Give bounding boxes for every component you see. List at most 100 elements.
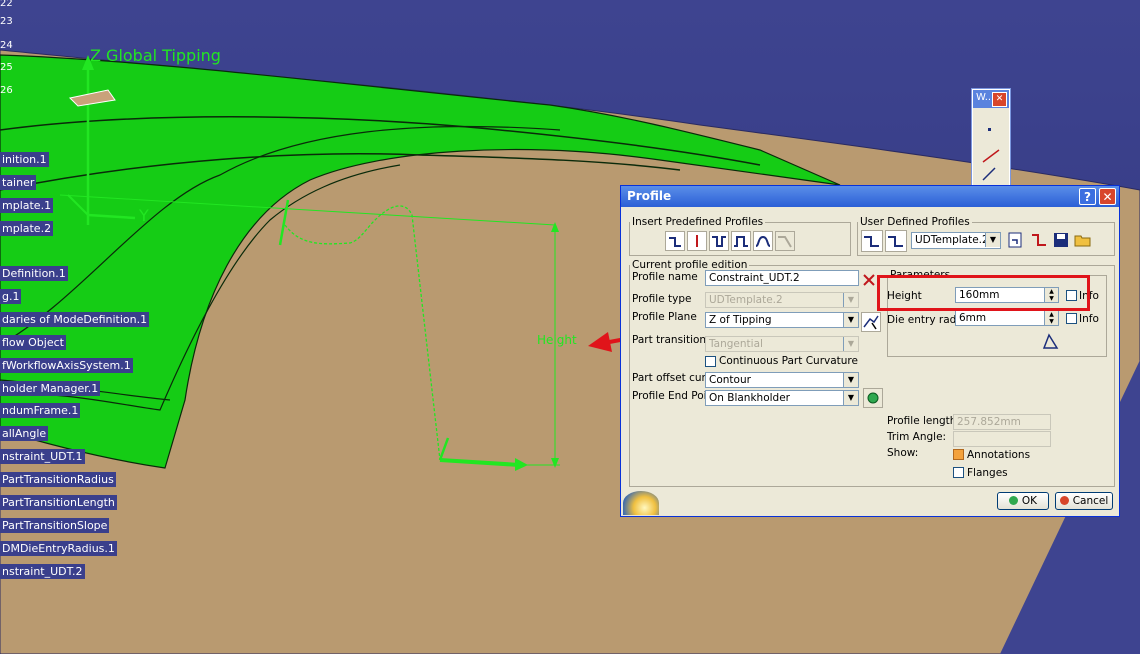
chevron-down-icon: ▼ [843, 293, 858, 307]
udt-profile-icon[interactable] [861, 230, 883, 252]
tree-node[interactable]: ndumFrame.1 [0, 403, 81, 418]
help-icon[interactable]: ? [1079, 188, 1096, 205]
flanges-label: Flanges [967, 467, 1008, 479]
part-offset-value: Contour [709, 374, 751, 386]
y-axis-label: Y [139, 206, 149, 225]
blankholder-select-icon[interactable] [863, 388, 883, 408]
profile-length-label: Profile length: [887, 415, 960, 427]
flanges-checkbox[interactable] [953, 467, 964, 478]
open-folder-icon[interactable] [1073, 230, 1093, 250]
height-dimension-label: Height [537, 333, 577, 347]
tree-node[interactable]: PartTransitionSlope [0, 518, 110, 533]
new-template-icon[interactable] [1007, 230, 1027, 250]
tree-node[interactable]: nstraint_UDT.2 [0, 564, 85, 579]
ok-button[interactable]: OK [997, 492, 1049, 510]
profile-rounded-hat-icon[interactable] [753, 231, 773, 251]
continuous-curvature-checkbox[interactable] [705, 356, 716, 367]
profile-plane-value: Z of Tipping [709, 314, 772, 326]
annotations-checkbox[interactable] [953, 449, 964, 460]
udt-template-select[interactable]: UDTemplate.2 ▼ [911, 232, 1001, 249]
parameter-edit-icon[interactable] [1041, 332, 1061, 352]
tree-node-number[interactable]: 22 [0, 0, 13, 10]
tree-node-number[interactable]: 23 [0, 16, 13, 28]
part-transition-value: Tangential [709, 338, 763, 350]
profile-vertical-icon[interactable] [687, 231, 707, 251]
mini-toolbar[interactable]: W... ✕ [972, 89, 1010, 187]
spinner-icon[interactable]: ▲ ▼ [1044, 311, 1058, 325]
profile-type-value: UDTemplate.2 [709, 294, 783, 306]
profile-double-step-icon[interactable] [709, 231, 729, 251]
tree-node[interactable]: g.1 [0, 289, 22, 304]
profile-type-select[interactable]: UDTemplate.2 ▼ [705, 292, 859, 308]
profile-name-input[interactable]: Constraint_UDT.2 [705, 270, 859, 286]
part-transition-label: Part transition [632, 334, 707, 346]
die-entry-info-checkbox[interactable] [1066, 313, 1077, 324]
tree-node[interactable]: fWorkflowAxisSystem.1 [0, 358, 133, 373]
chevron-down-icon[interactable]: ▼ [985, 233, 1000, 247]
tree-node[interactable]: PartTransitionLength [0, 495, 117, 510]
tree-node[interactable]: mplate.2 [0, 221, 54, 236]
profile-type-label: Profile type [632, 293, 692, 305]
tree-node[interactable]: flow Object [0, 335, 66, 350]
tree-node[interactable]: tainer [0, 175, 37, 190]
dialog-title: Profile [627, 189, 672, 203]
tree-node-number[interactable]: 25 [0, 62, 13, 74]
tree-node[interactable]: mplate.1 [0, 198, 54, 213]
profile-name-label: Profile name [632, 271, 698, 283]
profile-step-icon[interactable] [665, 231, 685, 251]
profile-plane-label: Profile Plane [632, 311, 697, 323]
chevron-down-icon[interactable]: ▼ [843, 373, 858, 387]
end-point-select[interactable]: On Blankholder ▼ [705, 390, 859, 406]
close-icon[interactable]: ✕ [992, 92, 1007, 107]
highlight-box [877, 275, 1090, 311]
die-entry-value: 6mm [959, 312, 987, 324]
line-icon[interactable] [979, 142, 1003, 182]
dialog-titlebar[interactable]: Profile ? ✕ [621, 186, 1119, 207]
part-offset-select[interactable]: Contour ▼ [705, 372, 859, 388]
tree-node[interactable]: holder Manager.1 [0, 381, 101, 396]
tree-node-number[interactable]: 24 [0, 40, 13, 52]
udt-profile-alt-icon[interactable] [885, 230, 907, 252]
edit-template-icon[interactable] [1029, 230, 1049, 250]
close-icon[interactable]: ✕ [1099, 188, 1116, 205]
profile-slope-icon[interactable] [775, 231, 795, 251]
die-entry-info-label: Info [1079, 313, 1099, 325]
tree-node[interactable]: inition.1 [0, 152, 49, 167]
tree-node-number[interactable]: 26 [0, 85, 13, 97]
udt-template-value: UDTemplate.2 [915, 234, 989, 246]
show-label: Show: [887, 447, 919, 459]
chevron-down-icon: ▼ [843, 337, 858, 351]
ok-label: OK [1021, 495, 1038, 507]
user-profiles-label: User Defined Profiles [860, 216, 970, 228]
compass-glyph [623, 491, 659, 515]
chevron-down-icon[interactable]: ▼ [843, 391, 858, 405]
die-entry-input[interactable]: 6mm ▲ ▼ [955, 310, 1059, 326]
trim-angle-label: Trim Angle: [887, 431, 947, 443]
save-icon[interactable] [1051, 230, 1071, 250]
insert-profiles-label: Insert Predefined Profiles [632, 216, 764, 228]
profile-hat-icon[interactable] [731, 231, 751, 251]
point-icon[interactable] [988, 128, 991, 131]
tree-node[interactable]: DMDieEntryRadius.1 [0, 541, 117, 556]
cancel-icon [1059, 496, 1069, 505]
cancel-button[interactable]: Cancel [1055, 492, 1113, 510]
cancel-label: Cancel [1072, 495, 1109, 507]
annotations-label: Annotations [967, 449, 1031, 461]
part-transition-select[interactable]: Tangential ▼ [705, 336, 859, 352]
profile-length-field: 257.852mm [953, 414, 1051, 430]
continuous-curvature-label: Continuous Part Curvature [719, 355, 858, 367]
tree-node[interactable]: Definition.1 [0, 266, 68, 281]
tree-node[interactable]: PartTransitionRadius [0, 472, 116, 487]
plane-selection-icon[interactable] [861, 312, 881, 332]
specification-tree: 22 23 24 25 26 inition.1 tainer mplate.1 mplate.… [0, 0, 160, 600]
profile-dialog: Profile ? ✕ Insert Predefined Profiles U… [620, 185, 1120, 517]
tree-node[interactable]: allAngle [0, 426, 49, 441]
ok-icon [1008, 496, 1018, 505]
tree-node[interactable]: nstraint_UDT.1 [0, 449, 85, 464]
profile-length-value: 257.852mm [957, 416, 1021, 428]
chevron-down-icon[interactable]: ▼ [843, 313, 858, 327]
profile-plane-select[interactable]: Z of Tipping ▼ [705, 312, 859, 328]
mini-toolbar-caption[interactable]: W... ✕ [973, 90, 1009, 108]
clear-icon[interactable] [862, 273, 876, 287]
tree-node[interactable]: daries of ModeDefinition.1 [0, 312, 150, 327]
